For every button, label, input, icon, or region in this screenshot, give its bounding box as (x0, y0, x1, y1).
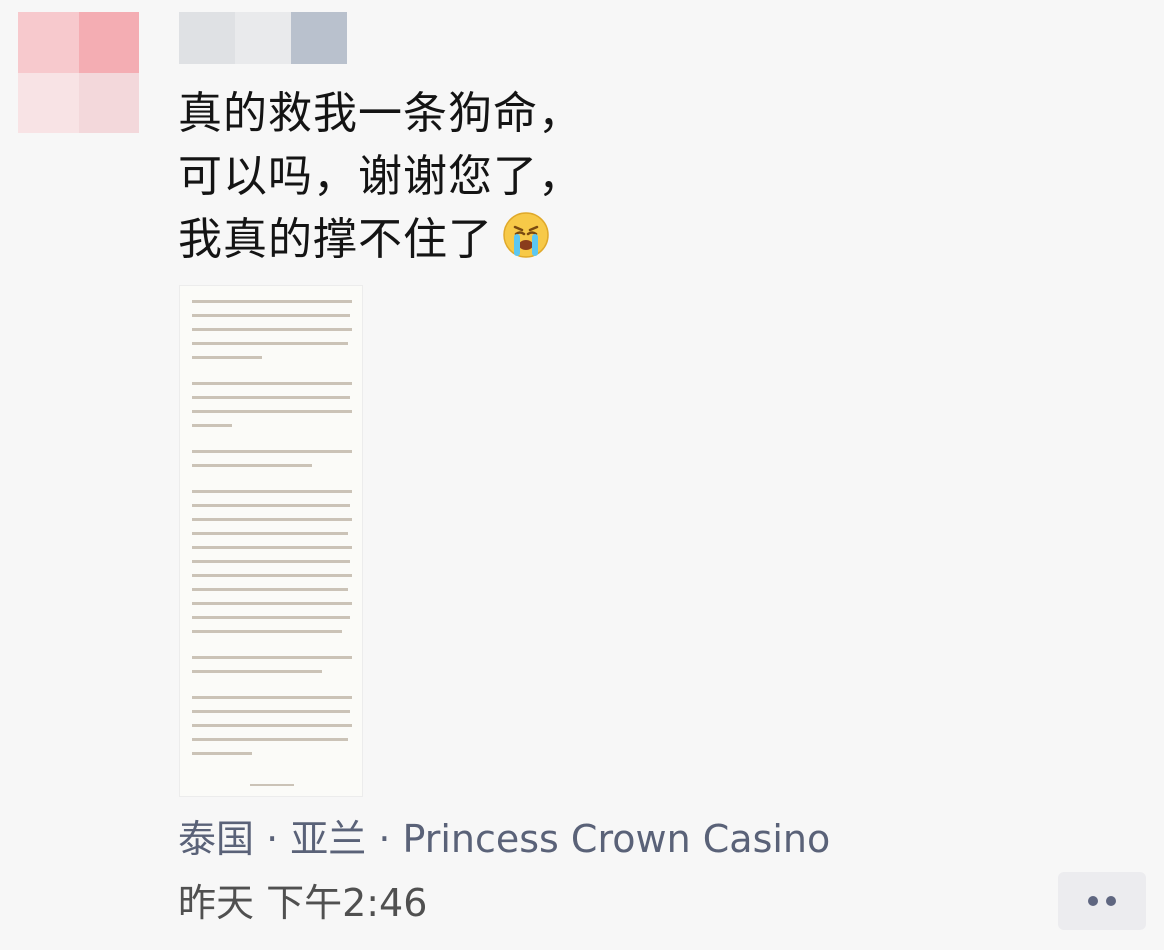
more-button[interactable] (1058, 872, 1146, 930)
article-screenshot-thumbnail[interactable] (179, 285, 363, 797)
avatar[interactable] (18, 12, 139, 133)
more-dots-icon (1088, 896, 1098, 906)
post-line-3: 我真的撑不住了 (178, 208, 878, 271)
nickname-blurred[interactable] (179, 12, 347, 64)
post-line-2: 可以吗，谢谢您了， (178, 151, 583, 202)
post-line-1: 真的救我一条狗命， (178, 88, 583, 139)
more-dots-icon (1106, 896, 1116, 906)
article-text-lines (192, 300, 352, 786)
crying-face-icon (501, 210, 551, 260)
post-time: 昨天 下午2:46 (178, 881, 428, 925)
location-link[interactable]: 泰国 · 亚兰 · Princess Crown Casino (178, 812, 830, 866)
post-text: 真的救我一条狗命， 可以吗，谢谢您了， 我真的撑不住了 (178, 82, 878, 271)
